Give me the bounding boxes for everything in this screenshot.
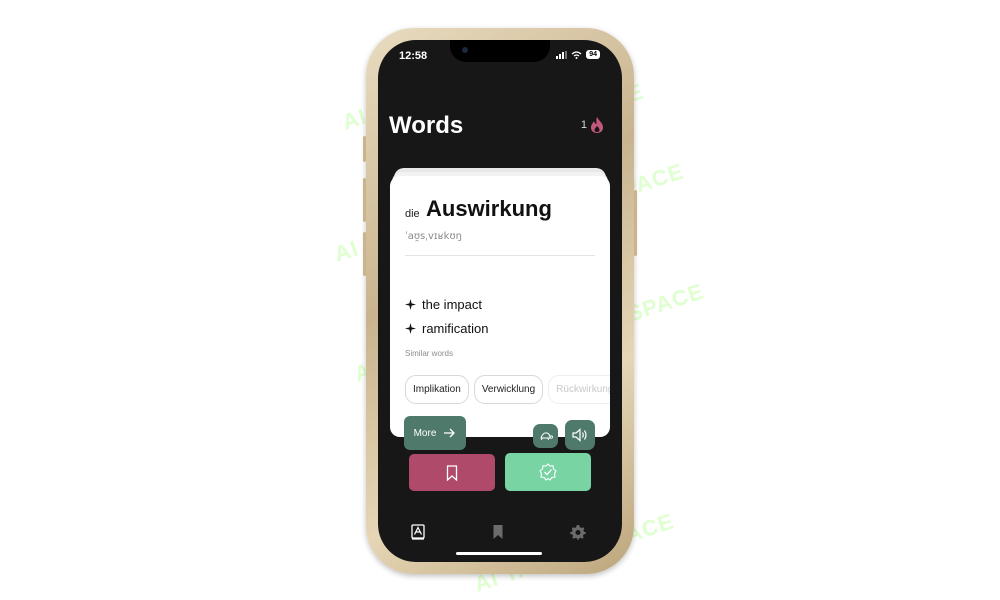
camera-icon — [462, 47, 468, 53]
word-card[interactable]: die Auswirkung ˈaʊ̯sˌvɪʁkʊŋ the impact r… — [390, 176, 610, 450]
mark-known-button[interactable] — [505, 453, 591, 491]
side-button — [363, 136, 366, 162]
streak-counter[interactable]: 1 — [581, 116, 604, 134]
similar-words-label: Similar words — [405, 349, 454, 358]
notch — [450, 40, 550, 62]
sparkle-icon — [405, 323, 416, 334]
home-indicator — [456, 552, 542, 555]
word-pronunciation: ˈaʊ̯sˌvɪʁkʊŋ — [405, 231, 462, 242]
translation-item: ramification — [405, 321, 488, 336]
tab-words[interactable] — [408, 522, 428, 542]
dictionary-icon — [411, 524, 425, 540]
side-button — [634, 190, 637, 256]
translation-text: the impact — [422, 297, 482, 312]
similar-word-chip[interactable]: Verwicklung — [473, 375, 544, 404]
page-title: Words — [389, 112, 464, 139]
status-icons: 94 — [556, 50, 600, 59]
more-label: More — [413, 427, 437, 439]
phone-frame: 12:58 94 Words 1 die Auswirkung ˈaʊ̯sˌvɪ… — [363, 28, 637, 574]
flame-icon — [591, 117, 603, 133]
bookmark-icon — [446, 464, 458, 481]
tab-settings[interactable] — [568, 522, 588, 542]
app-screen: 12:58 94 Words 1 die Auswirkung ˈaʊ̯sˌvɪ… — [378, 40, 622, 562]
audio-button[interactable] — [565, 420, 595, 450]
similar-word-chip[interactable]: Rückwirkung — [548, 375, 610, 404]
word-article: die — [405, 208, 420, 220]
similar-words-list[interactable]: Implikation Verwicklung Rückwirkung — [405, 375, 610, 404]
translation-text: ramification — [422, 321, 489, 336]
side-button — [363, 232, 366, 276]
word-title: Auswirkung — [426, 196, 552, 221]
status-time: 12:58 — [399, 50, 428, 62]
sparkle-icon — [405, 299, 416, 310]
speaker-icon — [572, 428, 587, 442]
slow-audio-button[interactable] — [533, 424, 558, 448]
tab-bar — [378, 522, 622, 544]
gear-icon — [570, 525, 586, 540]
side-button — [363, 178, 366, 222]
bookmark-icon — [493, 525, 503, 539]
similar-word-chip[interactable]: Implikation — [405, 375, 469, 404]
signal-icon — [556, 50, 568, 59]
wifi-icon — [571, 50, 582, 59]
check-badge-icon — [539, 463, 557, 481]
save-word-button[interactable] — [409, 454, 495, 491]
arrow-right-icon — [444, 428, 456, 438]
turtle-icon — [539, 432, 553, 441]
tab-saved[interactable] — [488, 522, 508, 542]
streak-count: 1 — [580, 119, 587, 131]
divider — [405, 255, 595, 256]
battery-indicator: 94 — [586, 50, 600, 59]
more-button[interactable]: More — [404, 416, 466, 450]
translation-item: the impact — [405, 297, 482, 312]
